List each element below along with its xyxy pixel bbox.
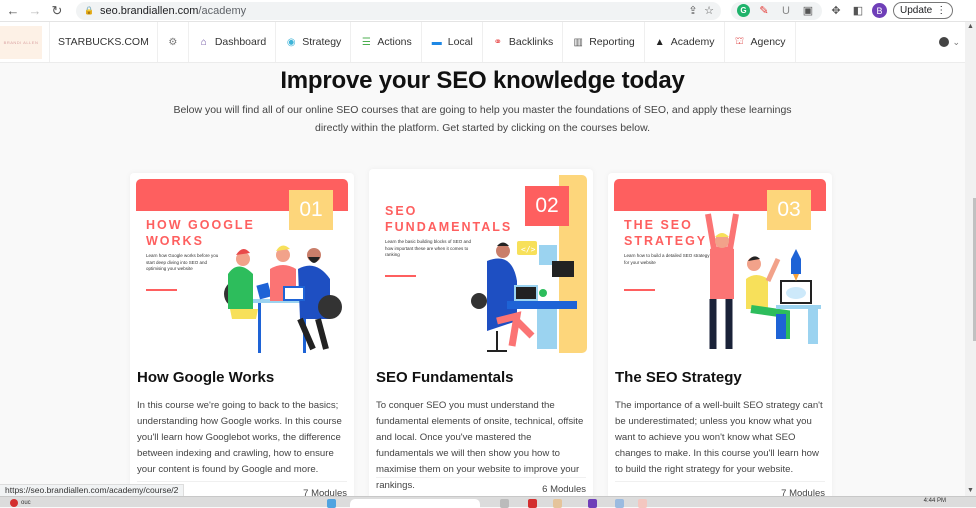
scroll-down-icon[interactable]: ▼ [965,486,976,496]
thumbnail-description: Learn how Google works before you start … [146,253,219,271]
sidepanel-icon[interactable]: ◧ [850,3,866,19]
chevron-down-icon: ⌄ [952,36,960,47]
course-thumbnail[interactable]: 03 THE SEO STRATEGY Learn how to build a … [614,179,826,359]
list-icon: ☰ [361,36,371,48]
browser-toolbar: ← → ↻ 🔒 seo.brandiallen.com/academy ⇪ ☆ … [0,0,976,22]
chart-icon: ▥ [573,36,583,48]
reload-icon[interactable]: ↻ [48,2,66,20]
celebration-illustration [705,213,821,349]
menu-dots-icon: ⋮ [936,5,947,16]
brand-logo[interactable]: BRANDI ALLEN [0,26,42,59]
meeting-illustration [224,245,342,353]
nav-item-reporting[interactable]: ▥ Reporting [563,22,645,62]
update-button[interactable]: Update ⋮ [893,2,954,19]
scroll-up-icon[interactable]: ▲ [965,22,976,32]
course-description: In this course we're going to back to th… [137,400,342,475]
course-card-seo-strategy[interactable]: 03 THE SEO STRATEGY Learn how to build a … [608,173,832,503]
user-menu[interactable]: ⌄ [939,22,966,62]
update-label: Update [900,5,933,16]
nav-item-actions[interactable]: ☰ Actions [351,22,422,62]
strategy-icon: ◉ [286,36,296,48]
user-avatar-icon [939,37,950,47]
gear-icon: ⚙ [168,36,178,48]
nav-item-strategy[interactable]: ◉ Strategy [276,22,352,62]
course-title[interactable]: How Google Works [137,369,354,386]
page-scrollbar[interactable]: ▲ ▼ [965,22,976,496]
url-path: /academy [198,4,247,17]
home-icon: ⌂ [200,36,207,48]
os-taskbar: ouc 4:44 PM [0,496,976,508]
course-card-how-google-works[interactable]: 01 HOW GOOGLE WORKS Learn how Google work… [130,173,354,503]
link-icon: ⚭ [493,36,503,48]
back-icon[interactable]: ← [4,2,22,20]
nav-item-dashboard[interactable]: ⌂ Dashboard [189,22,277,62]
course-list: 01 HOW GOOGLE WORKS Learn how Google work… [130,169,832,503]
lock-icon: 🔒 [84,6,94,15]
page-title: Improve your SEO knowledge today [280,67,685,94]
puzzle-extensions-icon[interactable]: ✥ [828,3,844,19]
app-navbar: BRANDI ALLEN STARBUCKS.COM ⚙ ⌂ Dashboard … [0,22,966,63]
course-thumbnail[interactable]: 02 SEO FUNDAMENTALS Learn the basic build… [375,175,587,361]
store-icon: ▬ [431,36,442,48]
nav-item-agency[interactable]: ⛫ Agency [725,22,796,62]
address-bar[interactable]: 🔒 seo.brandiallen.com/academy ⇪ ☆ [76,1,721,20]
extensions-group: G ✎ U ▣ [731,1,822,20]
url-domain: seo.brandiallen.com [99,4,199,17]
course-title[interactable]: SEO Fundamentals [376,369,593,386]
grammarly-extension-icon[interactable]: G [737,4,750,17]
course-card-seo-fundamentals[interactable]: 02 SEO FUNDAMENTALS Learn the basic build… [369,169,593,499]
taskbar-clock[interactable]: 4:44 PM [924,498,946,504]
star-icon[interactable]: ☆ [701,3,717,19]
page-subtitle: Below you will find all of our online SE… [173,104,792,134]
svg-text:</>: </> [521,245,536,254]
graduation-cap-icon: ▲ [654,36,665,48]
developer-illustration: </> [471,241,577,352]
forward-icon[interactable]: → [26,2,44,20]
course-title[interactable]: The SEO Strategy [615,369,832,386]
course-description: The importance of a well-built SEO strat… [615,400,823,475]
nav-item-backlinks[interactable]: ⚭ Backlinks [483,22,564,62]
course-number: 01 [289,190,333,230]
course-number: 02 [525,186,569,226]
agency-icon: ⛫ [734,35,745,47]
site-selector[interactable]: STARBUCKS.COM [49,22,158,62]
share-icon[interactable]: ⇪ [685,3,701,19]
weather-widget[interactable]: ouc [10,499,31,507]
nav-item-local[interactable]: ▬ Local [422,22,483,62]
notification-badge [10,499,18,507]
thumbnail-title: THE SEO STRATEGY [624,218,708,248]
academy-main: Improve your SEO knowledge today Below y… [0,63,965,503]
course-module-count: 6 Modules [376,477,586,495]
profile-avatar[interactable]: B [872,3,887,18]
nav-item-academy[interactable]: ▲ Academy [645,22,725,62]
u-extension-icon[interactable]: U [778,3,794,19]
settings-button[interactable]: ⚙ [158,22,189,62]
camera-extension-icon[interactable]: ▣ [800,3,816,19]
pen-extension-icon[interactable]: ✎ [756,3,772,19]
course-thumbnail[interactable]: 01 HOW GOOGLE WORKS Learn how Google work… [136,179,348,359]
